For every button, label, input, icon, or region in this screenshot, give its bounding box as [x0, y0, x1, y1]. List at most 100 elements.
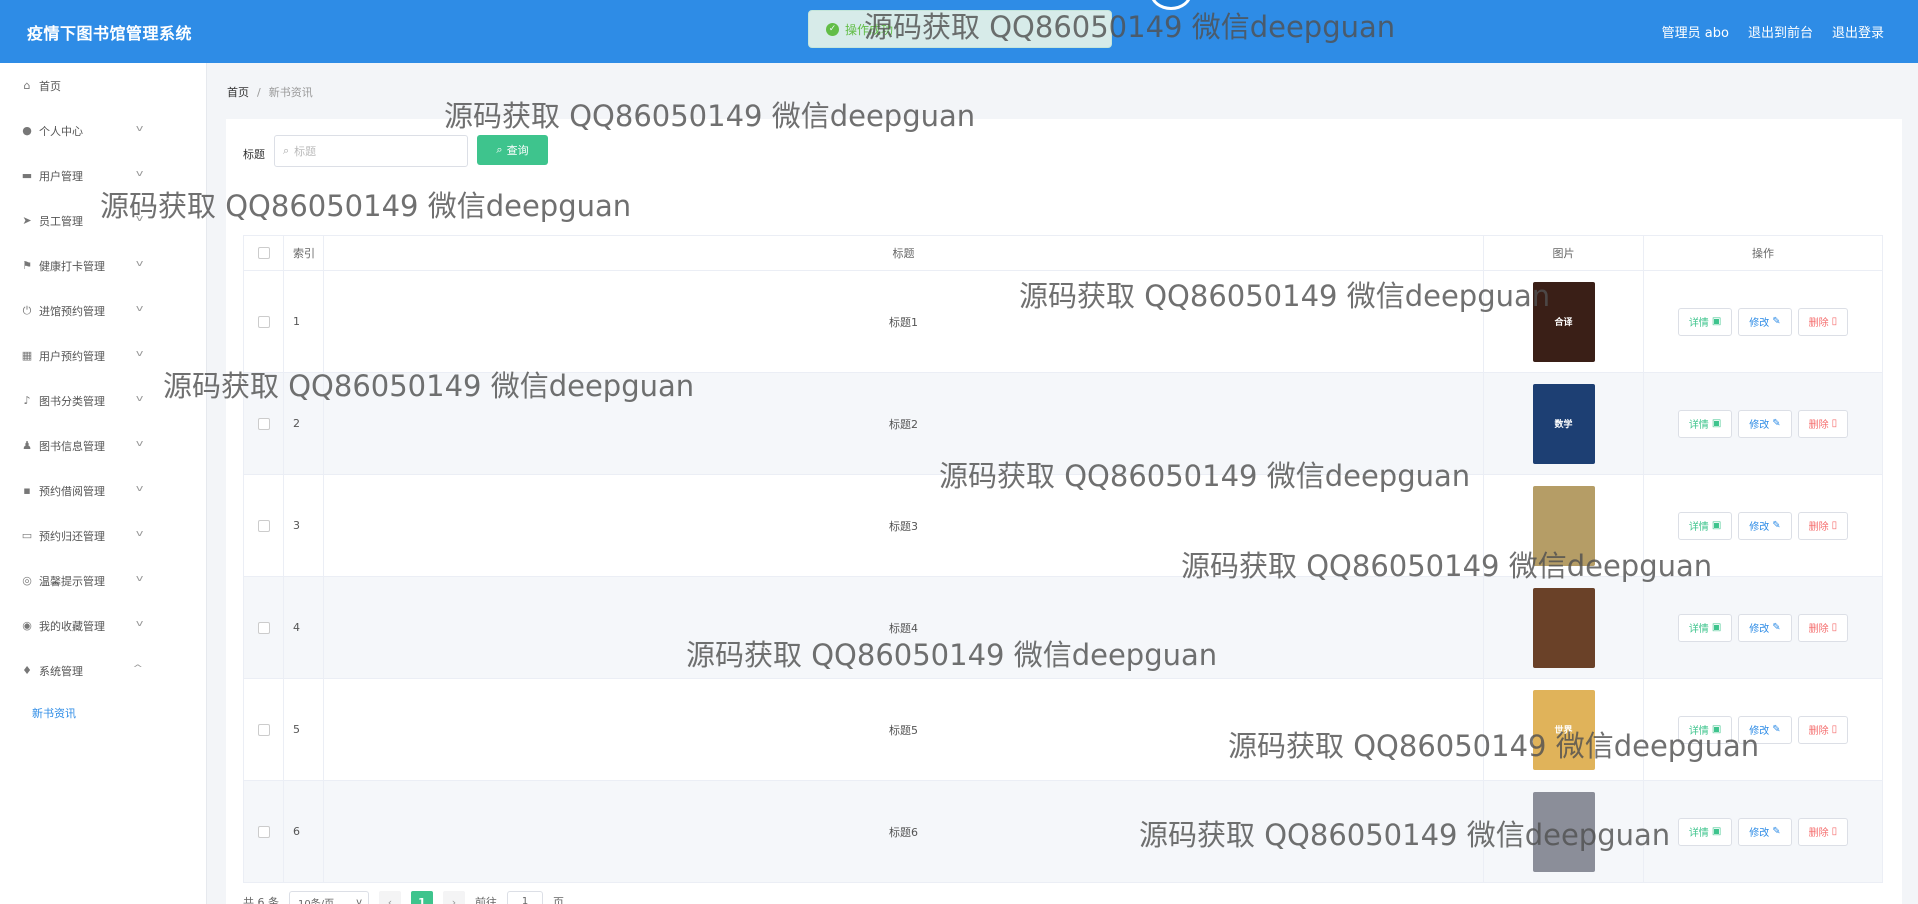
edit-button[interactable]: 修改 ✎ — [1738, 817, 1792, 846]
page-size-select[interactable]: 10条/页 v — [289, 891, 369, 904]
detail-button[interactable]: 详情 ▣ — [1677, 613, 1733, 642]
page-number-button[interactable]: 1 — [411, 891, 433, 904]
compass-icon: ◉ — [22, 619, 32, 632]
edit-button[interactable]: 修改 ✎ — [1738, 307, 1792, 336]
sidebar-item-books[interactable]: ♟ 图书信息管理 v — [0, 423, 206, 468]
breadcrumb-home[interactable]: 首页 — [227, 86, 249, 99]
prev-page-button[interactable]: ‹ — [379, 891, 401, 904]
search-field-wrapper: ⌕ — [274, 135, 468, 167]
grid-icon: ▦ — [21, 349, 33, 362]
book-cover-image: 世界 — [1532, 689, 1595, 770]
table-header-row: 索引 标题 图片 操作 — [244, 235, 1882, 271]
send-icon: ➤ — [22, 214, 32, 227]
sidebar-item-home[interactable]: ⌂ 首页 — [0, 63, 206, 108]
row-checkbox[interactable] — [257, 621, 270, 634]
top-bubble-decoration — [1150, 0, 1192, 10]
trash-icon: ▯ — [1831, 826, 1838, 837]
chevron-down-icon: v — [135, 574, 144, 584]
pagination-total: 共 6 条 — [243, 896, 279, 904]
exit-to-front-link[interactable]: 退出到前台 — [1748, 22, 1813, 41]
next-page-button[interactable]: › — [443, 891, 465, 904]
sidebar-item-users[interactable]: ▬ 用户管理 v — [0, 153, 206, 198]
document-icon: ▣ — [1711, 316, 1722, 327]
table-row: 1 标题1 合译 详情 ▣ 修改 ✎ 删除 ▯ — [244, 271, 1882, 373]
detail-button[interactable]: 详情 ▣ — [1677, 715, 1733, 744]
trash-icon: ▯ — [1831, 724, 1838, 735]
search-icon: ⌕ — [283, 144, 290, 157]
chat-icon: ▭ — [21, 529, 33, 542]
logout-link[interactable]: 退出登录 — [1832, 22, 1884, 41]
detail-button[interactable]: 详情 ▣ — [1677, 409, 1733, 438]
select-all-checkbox[interactable] — [257, 247, 270, 259]
delete-button[interactable]: 删除 ▯ — [1797, 715, 1849, 744]
sidebar-item-favorites[interactable]: ◉ 我的收藏管理 v — [0, 603, 206, 648]
apps-icon: ▪ — [23, 484, 31, 497]
home-icon: ⌂ — [23, 79, 31, 92]
edit-button[interactable]: 修改 ✎ — [1738, 715, 1792, 744]
header-actions: 操作 — [1752, 247, 1774, 260]
trash-icon: ▯ — [1831, 622, 1838, 633]
document-icon: ▣ — [1711, 826, 1722, 837]
chevron-down-icon: v — [135, 349, 144, 359]
row-checkbox[interactable] — [257, 417, 270, 430]
sidebar-item-staff[interactable]: ➤ 员工管理 v — [0, 198, 206, 243]
sidebar-item-category[interactable]: ♪ 图书分类管理 v — [0, 378, 206, 423]
detail-button[interactable]: 详情 ▣ — [1677, 817, 1733, 846]
row-checkbox[interactable] — [257, 315, 270, 328]
delete-button[interactable]: 删除 ▯ — [1797, 409, 1849, 438]
book-cover-image — [1532, 791, 1595, 872]
breadcrumb-current: 新书资讯 — [268, 86, 313, 99]
chevron-down-icon: v — [135, 304, 144, 314]
edit-icon: ✎ — [1772, 520, 1781, 531]
edit-button[interactable]: 修改 ✎ — [1738, 409, 1792, 438]
row-checkbox[interactable] — [257, 825, 270, 838]
query-button[interactable]: ⌕ 查询 — [477, 135, 548, 165]
edit-button[interactable]: 修改 ✎ — [1738, 511, 1792, 540]
delete-button[interactable]: 删除 ▯ — [1797, 307, 1849, 336]
power-icon: ⏻ — [22, 303, 32, 317]
book-cover-image: 合译 — [1532, 281, 1595, 362]
sidebar-item-system[interactable]: ♦ 系统管理 ^ — [0, 648, 206, 693]
row-checkbox[interactable] — [257, 723, 270, 736]
chevron-down-icon: v — [135, 484, 144, 494]
detail-button[interactable]: 详情 ▣ — [1677, 307, 1733, 336]
header-title: 标题 — [324, 236, 1484, 270]
goto-page-input[interactable]: 1 — [507, 891, 543, 904]
row-checkbox[interactable] — [257, 519, 270, 532]
sidebar-item-return[interactable]: ▭ 预约归还管理 v — [0, 513, 206, 558]
delete-button[interactable]: 删除 ▯ — [1797, 613, 1849, 642]
detail-button[interactable]: 详情 ▣ — [1677, 511, 1733, 540]
sidebar-item-profile[interactable]: ● 个人中心 v — [0, 108, 206, 153]
page-unit: 页 — [553, 896, 564, 904]
sidebar-item-entry-booking[interactable]: ⏻ 进馆预约管理 v — [0, 288, 206, 333]
edit-button[interactable]: 修改 ✎ — [1738, 613, 1792, 642]
sidebar-subitem-news[interactable]: 新书资讯 — [0, 693, 206, 733]
chevron-down-icon: v — [135, 619, 144, 629]
sidebar-item-tips[interactable]: ◎ 温馨提示管理 v — [0, 558, 206, 603]
row-index: 2 — [284, 373, 324, 474]
search-input[interactable] — [294, 144, 445, 158]
news-table: 索引 标题 图片 操作 1 标题1 合译 详情 ▣ 修改 ✎ 删除 ▯ 2 标题2 数学 详情 ▣ 修改 ✎ 删… — [243, 235, 1883, 883]
edit-icon: ✎ — [1772, 826, 1781, 837]
trash-icon: ▯ — [1831, 520, 1838, 531]
delete-button[interactable]: 删除 ▯ — [1797, 817, 1849, 846]
document-icon: ▣ — [1711, 622, 1722, 633]
edit-icon: ✎ — [1772, 316, 1781, 327]
table-row: 6 标题6 详情 ▣ 修改 ✎ 删除 ▯ — [244, 781, 1882, 883]
sidebar-item-user-booking[interactable]: ▦ 用户预约管理 v — [0, 333, 206, 378]
sidebar-item-health[interactable]: ⚑ 健康打卡管理 v — [0, 243, 206, 288]
row-index: 6 — [284, 781, 324, 882]
header-actions: 管理员 abo 退出到前台 退出登录 — [1662, 22, 1884, 41]
row-index: 4 — [284, 577, 324, 678]
pagination: 共 6 条 10条/页 v ‹ 1 › 前往 1 页 — [243, 889, 564, 904]
document-icon: ▣ — [1711, 724, 1722, 735]
chevron-down-icon: v — [356, 896, 362, 904]
row-title: 标题3 — [324, 475, 1484, 576]
chevron-up-icon: ^ — [132, 664, 144, 674]
success-toast: ✓ 操作成功 — [808, 10, 1112, 48]
chevron-down-icon: v — [135, 124, 144, 134]
person-icon: ♟ — [22, 439, 32, 452]
delete-button[interactable]: 删除 ▯ — [1797, 511, 1849, 540]
sidebar-item-borrow[interactable]: ▪ 预约借阅管理 v — [0, 468, 206, 513]
search-label: 标题 — [243, 148, 265, 161]
